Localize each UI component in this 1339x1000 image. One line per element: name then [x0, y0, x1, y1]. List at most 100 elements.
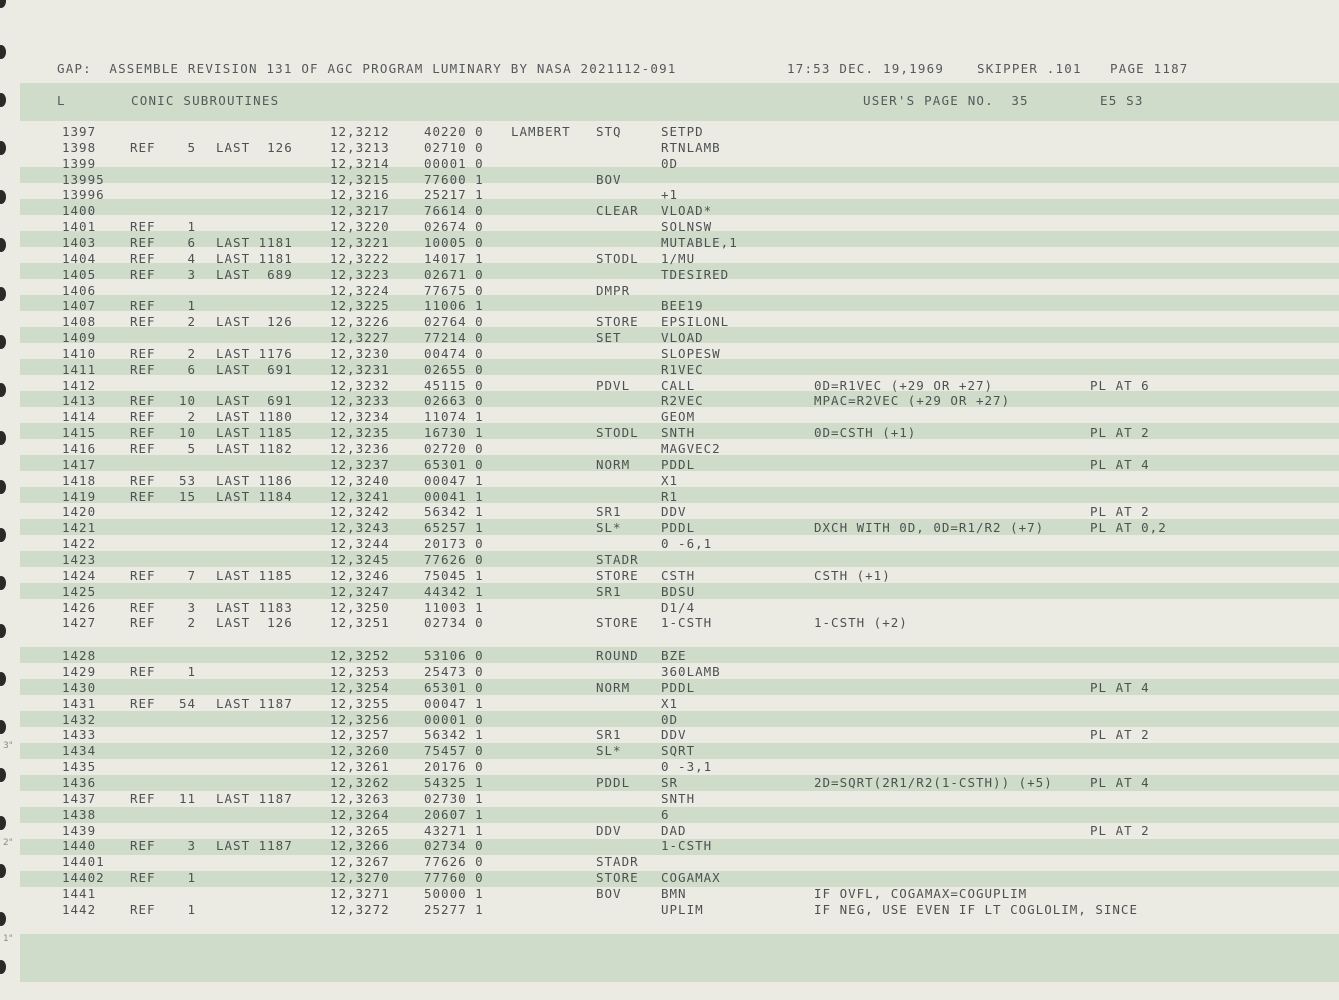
operand: 1-CSTH	[661, 615, 713, 631]
operand: SR	[661, 775, 679, 790]
octal-word: 02663 0	[424, 393, 484, 409]
opcode: SET	[596, 330, 622, 346]
last-reference: LAST 691	[216, 393, 293, 409]
line-number: 1436	[62, 775, 97, 790]
line-number: 1407	[62, 298, 97, 314]
octal-word: 65301 0	[424, 456, 484, 472]
line-number: 1419	[62, 488, 97, 504]
line-number: 1416	[62, 441, 97, 456]
octal-word: 10005 0	[424, 234, 484, 250]
operand: 0 -3,1	[661, 759, 713, 775]
ref-label: REF	[130, 695, 156, 711]
operand: X1	[661, 472, 679, 488]
operand: DDV	[661, 504, 687, 520]
line-number: 1397	[62, 124, 97, 139]
octal-word: 11074 1	[424, 409, 484, 425]
address: 12,3222	[330, 250, 390, 266]
line-number: 1412	[62, 377, 97, 393]
ref-label: REF	[130, 139, 156, 155]
operand: UPLIM	[661, 901, 704, 917]
ref-label: REF	[130, 219, 156, 235]
ref-count: 6	[187, 361, 196, 377]
line-number: 1421	[62, 520, 97, 536]
ref-label: REF	[130, 441, 156, 456]
opcode: DDV	[596, 822, 622, 838]
ref-count: 53	[178, 472, 196, 488]
octal-word: 02730 1	[424, 790, 484, 806]
line-number: 1408	[62, 314, 97, 330]
ref-label: REF	[130, 488, 156, 504]
push-list-note: PL AT 0,2	[1090, 520, 1167, 536]
address: 12,3215	[330, 171, 390, 187]
operand: BEE19	[661, 298, 704, 314]
octal-word: 11006 1	[424, 298, 484, 314]
operand: R1VEC	[661, 361, 704, 377]
octal-word: 11003 1	[424, 599, 484, 615]
address: 12,3264	[330, 806, 390, 822]
program-listing: 1397 12,3212 40220 0 LAMBERT STQ SETPD 1398 REF…	[0, 0, 1339, 1000]
last-reference: LAST 1187	[216, 838, 293, 854]
opcode: SL*	[596, 520, 622, 536]
operand: 360LAMB	[661, 664, 721, 680]
operand: DDV	[661, 727, 687, 743]
address: 12,3256	[330, 711, 390, 727]
push-list-note: PL AT 2	[1090, 504, 1150, 520]
operand: 0D	[661, 155, 679, 171]
address: 12,3263	[330, 790, 390, 806]
octal-word: 45115 0	[424, 377, 484, 393]
opcode: PDDL	[596, 775, 631, 790]
octal-word: 54325 1	[424, 775, 484, 790]
line-number: 1409	[62, 330, 97, 346]
opcode: BOV	[596, 885, 622, 901]
ref-label: REF	[130, 567, 156, 583]
last-reference: LAST 1184	[216, 488, 293, 504]
operand: 0 -6,1	[661, 536, 713, 552]
last-reference: LAST 126	[216, 615, 293, 631]
octal-word: 25217 1	[424, 187, 484, 203]
operand: 6	[661, 806, 670, 822]
ref-count: 2	[187, 345, 196, 361]
listing-row: 1440 REF 3 LAST 1187 12,3266 02734 0 1-CSTH	[0, 840, 1339, 856]
ref-count: 5	[187, 139, 196, 155]
address: 12,3226	[330, 314, 390, 330]
line-number: 13996	[62, 187, 105, 203]
ref-count: 1	[187, 298, 196, 314]
octal-word: 02720 0	[424, 441, 484, 456]
line-number: 1411	[62, 361, 97, 377]
ref-label: REF	[130, 266, 156, 282]
octal-word: 77675 0	[424, 282, 484, 298]
address: 12,3272	[330, 901, 390, 917]
octal-word: 02655 0	[424, 361, 484, 377]
operand: VLOAD	[661, 330, 704, 346]
address: 12,3254	[330, 679, 390, 695]
last-reference: LAST 126	[216, 314, 293, 330]
ref-count: 5	[187, 441, 196, 456]
address: 12,3271	[330, 885, 390, 901]
operand: R2VEC	[661, 393, 704, 409]
address: 12,3270	[330, 870, 390, 886]
line-number: 1414	[62, 409, 97, 425]
line-number: 1413	[62, 393, 97, 409]
operand: SQRT	[661, 743, 696, 759]
operand: R1	[661, 488, 679, 504]
opcode: STADR	[596, 551, 639, 567]
line-number: 13995	[62, 171, 105, 187]
operand: CSTH	[661, 567, 696, 583]
opcode: STORE	[596, 567, 639, 583]
line-number: 1405	[62, 266, 97, 282]
octal-word: 77626 0	[424, 854, 484, 870]
line-number: 1418	[62, 472, 97, 488]
operand: SNTH	[661, 425, 696, 441]
ref-label: REF	[130, 599, 156, 615]
address: 12,3233	[330, 393, 390, 409]
address: 12,3221	[330, 234, 390, 250]
octal-word: 20176 0	[424, 759, 484, 775]
line-number: 1438	[62, 806, 97, 822]
octal-word: 25473 0	[424, 664, 484, 680]
operand: +1	[661, 187, 679, 203]
octal-word: 00047 1	[424, 695, 484, 711]
opcode: SR1	[596, 727, 622, 743]
octal-word: 77600 1	[424, 171, 484, 187]
bottom-band	[20, 934, 1339, 982]
operand: D1/4	[661, 599, 696, 615]
